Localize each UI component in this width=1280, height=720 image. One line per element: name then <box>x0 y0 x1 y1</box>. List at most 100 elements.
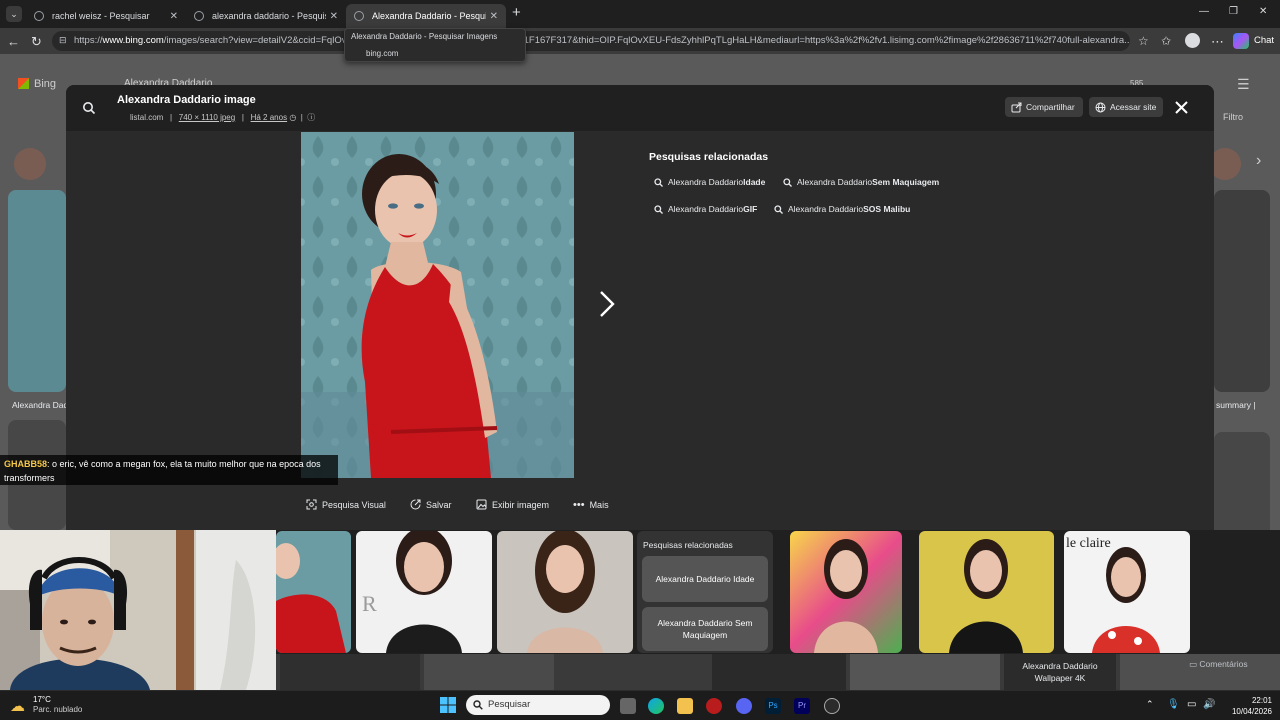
strip-thumbnail[interactable] <box>497 531 633 653</box>
share-button[interactable]: Compartilhar <box>1005 97 1083 117</box>
taskbar-search-placeholder: Pesquisar <box>488 699 531 710</box>
weather-cloud-icon[interactable]: ☁ <box>10 697 25 715</box>
weather-desc[interactable]: Parc. nublado <box>33 705 82 714</box>
related-bold: SOS Malibu <box>863 204 911 214</box>
task-view-icon[interactable] <box>620 698 636 714</box>
tab-label: Alexandra Daddario - Pesquisar Im <box>372 11 486 21</box>
bottom-thumbnail[interactable] <box>424 654 554 690</box>
microphone-icon[interactable]: 🎙 <box>1167 699 1180 710</box>
more-icon: ••• <box>573 499 585 511</box>
related-chip[interactable]: Alexandra Daddario Idade <box>642 556 768 602</box>
filter-button[interactable]: Filtro <box>1223 112 1243 122</box>
related-bold: GIF <box>743 204 758 214</box>
image-dimensions[interactable]: 740 × 1110 jpeg <box>179 113 235 122</box>
obs-icon[interactable] <box>824 698 840 714</box>
close-tab-icon[interactable]: ✕ <box>170 11 178 22</box>
related-search-link[interactable]: Alexandra Daddario GIF <box>654 204 757 214</box>
strip-thumbnail[interactable] <box>919 531 1054 653</box>
hamburger-menu-icon[interactable]: ☰ <box>1237 76 1250 93</box>
wallpaper-label[interactable]: Alexandra Daddario Wallpaper 4K <box>1012 660 1108 684</box>
visit-site-button[interactable]: Acessar site <box>1089 97 1163 117</box>
bottom-thumbnail[interactable] <box>558 654 708 690</box>
related-chip[interactable]: Alexandra Daddario Sem Maquiagem <box>642 607 768 651</box>
image-meta: listal.com | 740 × 1110 jpeg | Há 2 anos… <box>130 113 316 122</box>
search-icon <box>774 204 783 214</box>
bg-caption-left: Alexandra Dad <box>12 400 69 410</box>
url-host: www.bing.com <box>102 35 164 46</box>
windows-start-icon[interactable] <box>440 697 456 713</box>
back-arrow-icon[interactable]: ← <box>7 34 20 49</box>
discord-icon[interactable] <box>736 698 752 714</box>
taskbar-search-input[interactable]: Pesquisar <box>466 695 610 715</box>
network-icon[interactable]: ▭ <box>1187 699 1196 710</box>
strip-thumbnail[interactable]: R <box>356 531 492 653</box>
tab-alexandra-daddario-images[interactable]: Alexandra Daddario - Pesquisar Im ✕ <box>346 4 506 28</box>
svg-text:R: R <box>362 591 377 616</box>
bottom-thumbnail[interactable] <box>712 654 846 690</box>
bg-caption-right: summary | <box>1216 400 1256 410</box>
profile-avatar-icon[interactable] <box>1185 33 1200 48</box>
tab-alexandra-daddario[interactable]: alexandra daddario - Pesquisar ✕ <box>186 4 346 28</box>
system-clock[interactable]: 22:01 10/04/2026 <box>1220 695 1272 717</box>
related-search-link[interactable]: Alexandra Daddario SOS Malibu <box>774 204 910 214</box>
bottom-thumbnail[interactable] <box>280 654 420 690</box>
tooltip-domain: bing.com <box>366 49 399 58</box>
clock-time: 22:01 <box>1251 696 1272 705</box>
image-source-link[interactable]: listal.com <box>130 113 163 122</box>
clock-date: 10/04/2026 <box>1231 707 1272 716</box>
view-image-button[interactable]: Exibir imagem <box>476 499 549 510</box>
bottom-thumbnail[interactable] <box>850 654 1000 690</box>
site-info-icon[interactable]: ⊟ <box>59 35 67 46</box>
premiere-icon[interactable]: Pr <box>794 698 810 714</box>
related-search-link[interactable]: Alexandra Daddario Idade <box>654 177 765 187</box>
tab-rachel-weisz[interactable]: rachel weisz - Pesquisar ✕ <box>26 4 186 28</box>
visual-search-button[interactable]: Pesquisa Visual <box>306 499 386 510</box>
close-window-icon[interactable]: ✕ <box>1259 6 1267 17</box>
copilot-icon[interactable] <box>1233 33 1249 49</box>
tray-chevron-up-icon[interactable]: ⌃ <box>1146 699 1154 710</box>
file-explorer-icon[interactable] <box>677 698 693 714</box>
strip-thumbnail[interactable] <box>276 531 351 653</box>
bg-thumbnail[interactable] <box>8 190 66 392</box>
info-icon[interactable]: ⓘ <box>307 113 315 122</box>
related-search-link[interactable]: Alexandra Daddario Sem Maquiagem <box>783 177 939 187</box>
photoshop-icon[interactable]: Ps <box>765 698 781 714</box>
save-icon <box>410 499 421 510</box>
edge-browser-icon[interactable] <box>648 698 664 714</box>
next-image-chevron-icon[interactable] <box>597 289 617 319</box>
close-tab-icon[interactable]: ✕ <box>490 11 498 22</box>
chat-username: GHABB58 <box>4 459 48 469</box>
close-tab-icon[interactable]: ✕ <box>330 11 338 22</box>
image-age[interactable]: Há 2 anos <box>251 113 287 122</box>
view-image-label: Exibir imagem <box>492 499 550 510</box>
volume-icon[interactable]: 🔊 <box>1203 699 1215 710</box>
main-image[interactable] <box>301 132 574 478</box>
menu-dots-icon[interactable]: ⋯ <box>1211 34 1224 50</box>
bing-logo-icon <box>18 78 29 89</box>
favorite-star-icon[interactable]: ☆ <box>1138 34 1149 48</box>
tab-list-dropdown-icon[interactable]: ⌄ <box>6 6 22 22</box>
bg-thumbnail[interactable] <box>1214 190 1270 392</box>
stream-chat-message: GHABB58: o eric, vê como a megan fox, el… <box>0 455 338 485</box>
url-rest: /images/search?view=detailV2&ccid=FqlOvX… <box>163 35 1130 46</box>
save-button[interactable]: Salvar <box>410 499 452 510</box>
strip-thumbnail[interactable] <box>790 531 902 653</box>
strip-thumbnail[interactable]: le claire <box>1064 531 1190 653</box>
image-icon <box>476 499 487 510</box>
chat-label[interactable]: Chat <box>1254 35 1274 46</box>
app-red-icon[interactable] <box>706 698 722 714</box>
address-bar-row: ← ↻ ⊟ https://www.bing.com/images/search… <box>0 28 1280 54</box>
reload-icon[interactable]: ↻ <box>31 34 42 50</box>
close-icon[interactable] <box>1174 100 1189 115</box>
chevron-right-icon[interactable]: › <box>1256 152 1261 170</box>
weather-temp[interactable]: 17°C <box>33 695 51 704</box>
search-icon[interactable] <box>82 101 96 115</box>
comments-button[interactable]: ▭ Comentários <box>1189 659 1248 670</box>
more-button[interactable]: ••• Mais <box>573 499 609 511</box>
maximize-icon[interactable]: ❐ <box>1229 6 1238 17</box>
url-field[interactable]: ⊟ https://www.bing.com/images/search?vie… <box>52 31 1130 51</box>
webcam-overlay <box>0 530 276 690</box>
favorites-icon[interactable]: ✩ <box>1161 34 1171 48</box>
minimize-icon[interactable]: — <box>1199 6 1209 17</box>
new-tab-icon[interactable]: + <box>512 4 521 21</box>
